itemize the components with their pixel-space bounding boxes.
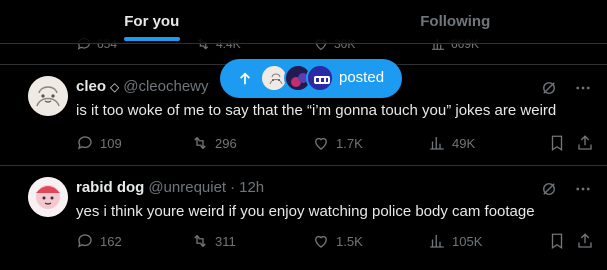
tab-for-you[interactable]: For you	[0, 0, 304, 43]
views-button[interactable]: 105K	[428, 232, 482, 250]
reply-count: 162	[100, 233, 122, 249]
tweet-top-actions	[539, 179, 593, 199]
reply-icon	[77, 136, 92, 150]
tweet[interactable]: rabid dog @unrequiet · 12h yes i think y…	[0, 165, 607, 270]
avatar[interactable]	[28, 76, 68, 116]
bookmark-button[interactable]	[548, 134, 566, 152]
timestamp[interactable]: 12h	[239, 179, 264, 196]
grok-icon[interactable]	[539, 78, 559, 98]
user-handle[interactable]: @cleochewy	[123, 78, 208, 95]
reply-icon	[77, 234, 92, 248]
share-button[interactable]	[576, 134, 594, 152]
diamond-icon: ◇	[110, 79, 120, 94]
active-tab-indicator	[123, 37, 180, 41]
tweet-actions: 109 296 1.7K 49K	[76, 134, 596, 154]
grok-icon[interactable]	[539, 179, 559, 199]
display-name[interactable]: rabid dog	[76, 179, 144, 196]
like-count: 1.5K	[336, 233, 363, 249]
like-button[interactable]: 1.7K	[312, 134, 363, 152]
heart-icon	[315, 137, 327, 150]
tweet-header: cleo ◇ @cleochewy	[76, 78, 209, 95]
repost-button[interactable]: 296	[191, 134, 237, 152]
arrow-up-icon	[240, 72, 250, 84]
reply-count: 109	[100, 135, 122, 151]
reply-button[interactable]: 162	[76, 232, 122, 250]
new-posts-pill[interactable]: posted	[220, 59, 402, 98]
like-count: 1.7K	[336, 135, 363, 151]
view-count: 49K	[452, 135, 476, 151]
reply-button[interactable]: 109	[76, 134, 122, 152]
views-icon	[430, 137, 444, 150]
tab-following-label: Following	[420, 13, 491, 30]
tab-for-you-label: For you	[124, 13, 180, 30]
more-icon[interactable]	[573, 78, 593, 98]
bookmark-icon	[551, 233, 563, 250]
tweet-text: yes i think youre weird if you enjoy wat…	[76, 203, 535, 220]
avatar[interactable]	[28, 177, 68, 217]
repost-icon	[194, 136, 206, 150]
share-icon	[578, 135, 592, 150]
repost-count: 296	[215, 135, 237, 151]
view-count: 105K	[452, 233, 483, 249]
tweet-actions: 162 311 1.5K 105K	[76, 232, 596, 252]
new-posts-label: posted	[339, 69, 385, 86]
separator-dot: ·	[230, 179, 236, 196]
bookmark-icon	[551, 135, 563, 152]
bookmark-button[interactable]	[548, 232, 566, 250]
views-icon	[430, 235, 444, 248]
share-button[interactable]	[576, 232, 594, 250]
display-name[interactable]: cleo	[76, 78, 106, 95]
tweet-text: is it too woke of me to say that the “i’…	[76, 102, 557, 119]
timeline-tabs: For you Following	[0, 0, 607, 44]
tab-following[interactable]: Following	[304, 0, 607, 43]
repost-icon	[194, 234, 206, 248]
share-icon	[578, 233, 592, 248]
repost-button[interactable]: 311	[191, 232, 236, 250]
tweet-header: rabid dog @unrequiet · 12h	[76, 179, 264, 196]
like-button[interactable]: 1.5K	[312, 232, 363, 250]
heart-icon	[315, 235, 327, 248]
more-icon[interactable]	[573, 179, 593, 199]
views-button[interactable]: 49K	[428, 134, 475, 152]
repost-count: 311	[215, 233, 236, 249]
avatar	[306, 64, 334, 92]
user-handle[interactable]: @unrequiet	[148, 179, 226, 196]
tweet-top-actions	[539, 78, 593, 98]
